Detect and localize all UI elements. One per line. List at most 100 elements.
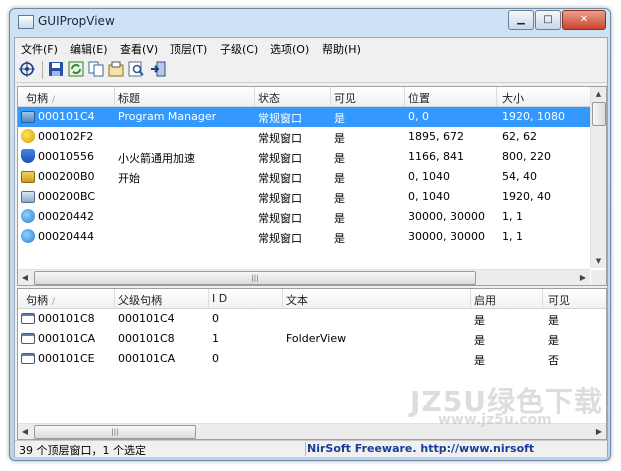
yellow-circle-icon [21,129,35,143]
cell-visible: 是 [334,152,345,165]
properties-icon[interactable] [108,61,124,77]
cell-visible: 是 [334,212,345,225]
table-row[interactable]: 000101C4 Program Manager 常规窗口 是 0, 0 192… [18,107,590,127]
column-header-position[interactable]: 位置 [408,90,430,106]
column-header-parent[interactable]: 父级句柄 [118,292,162,308]
close-button[interactable]: ✕ [562,10,606,30]
cell-size: 1920, 1080 [502,110,565,123]
cell-parent: 000101C8 [118,332,175,345]
cell-text: FolderView [286,332,347,345]
cell-status: 常规窗口 [258,112,302,125]
menu-help[interactable]: 帮助(H) [322,41,361,57]
cell-parent: 000101C4 [118,312,175,325]
minimize-button[interactable]: ▁ [508,10,534,30]
column-header-visible[interactable]: 可见 [548,292,570,308]
copy-icon[interactable] [88,61,104,77]
scroll-left-icon[interactable]: ◀ [18,424,32,439]
maximize-button[interactable]: □ [535,10,561,30]
taskbar-icon [21,191,35,203]
menu-edit[interactable]: 编辑(E) [70,41,108,57]
cell-status: 常规窗口 [258,232,302,245]
scroll-thumb[interactable]: ||| [34,271,476,285]
cell-size: 1, 1 [502,210,523,223]
cell-enabled: 是 [474,314,485,327]
toolbar-separator [42,61,43,79]
cell-position: 0, 1040 [408,190,450,203]
menu-child[interactable]: 子级(C) [220,41,258,57]
vertical-scrollbar[interactable]: ▲ ▼ [590,87,606,268]
toplevel-window-list[interactable]: 句柄 / 标题 状态 可见 位置 大小 000101C4 Program Mana… [17,86,607,286]
cell-enabled: 是 [474,354,485,367]
status-separator [305,442,306,456]
table-row[interactable]: 000101CE 000101CA 0 是 否 [18,349,606,369]
cell-visible: 是 [334,192,345,205]
column-header-id[interactable]: I D [212,292,227,305]
column-header-handle[interactable]: 句柄 / [26,90,55,106]
cell-position: 0, 0 [408,110,429,123]
cell-position: 30000, 30000 [408,230,485,243]
column-header-text[interactable]: 文本 [286,292,308,308]
cell-parent: 000101CA [118,352,176,365]
table-row[interactable]: 00020444 常规窗口 是 30000, 30000 1, 1 [18,227,590,247]
start-button-icon [21,171,35,183]
cell-handle: 000101C4 [38,110,95,123]
menu-options[interactable]: 选项(O) [270,41,309,57]
cell-handle: 000102F2 [38,130,94,143]
scroll-right-icon[interactable]: ▶ [592,424,606,439]
column-header-title[interactable]: 标题 [118,90,140,106]
globe-icon [21,209,35,223]
shield-icon [21,149,35,163]
window-title: GUIPropView [38,14,115,28]
menu-view[interactable]: 查看(V) [120,41,158,57]
table-row[interactable]: 000200B0 开始 常规窗口 是 0, 1040 54, 40 [18,167,590,187]
scroll-thumb[interactable] [592,102,606,126]
status-count: 39 个顶层窗口，1 个选定 [19,444,146,457]
cell-size: 54, 40 [502,170,537,183]
menu-bar: 文件(F) 编辑(E) 查看(V) 顶层(T) 子级(C) 选项(O) 帮助(H… [15,38,607,57]
find-icon[interactable] [128,61,144,77]
refresh-icon[interactable] [68,61,84,77]
nirsoft-link[interactable]: NirSoft Freeware. http://www.nirsoft [307,442,534,455]
cell-title: Program Manager [118,110,217,123]
toolbar [15,58,607,83]
title-bar[interactable]: GUIPropView ▁ □ ✕ [10,9,610,33]
exit-icon[interactable] [150,61,166,77]
cell-size: 1920, 40 [502,190,551,203]
cell-size: 800, 220 [502,150,551,163]
table-row[interactable]: 000101C8 000101C4 0 是 是 [18,309,606,329]
cell-position: 1166, 841 [408,150,464,163]
menu-toplevel[interactable]: 顶层(T) [170,41,207,57]
menu-file[interactable]: 文件(F) [21,41,58,57]
cell-title: 开始 [118,172,140,185]
table-row[interactable]: 00010556 小火箭通用加速 常规窗口 是 1166, 841 800, 2… [18,147,590,167]
table-row[interactable]: 000101CA 000101C8 1 FolderView 是 是 [18,329,606,349]
column-header-enabled[interactable]: 启用 [474,292,496,308]
table-row[interactable]: 000200BC 常规窗口 是 0, 1040 1920, 40 [18,187,590,207]
table-row[interactable]: 000102F2 常规窗口 是 1895, 672 62, 62 [18,127,590,147]
target-icon[interactable] [19,61,35,77]
cell-id: 1 [212,332,219,345]
globe-icon [21,229,35,243]
column-header-status[interactable]: 状态 [258,90,280,106]
save-icon[interactable] [48,61,64,77]
cell-status: 常规窗口 [258,212,302,225]
column-header-visible[interactable]: 可见 [334,90,356,106]
column-header-size[interactable]: 大小 [502,90,524,106]
cell-enabled: 是 [474,334,485,347]
scroll-up-icon[interactable]: ▲ [591,87,606,101]
cell-position: 0, 1040 [408,170,450,183]
scroll-right-icon[interactable]: ▶ [576,270,590,285]
cell-status: 常规窗口 [258,192,302,205]
child-list-header: 句柄 / 父级句柄 I D 文本 启用 可见 [18,289,606,309]
cell-id: 0 [212,352,219,365]
cell-handle: 000101CA [38,332,96,345]
column-header-handle[interactable]: 句柄 / [26,292,55,308]
scroll-down-icon[interactable]: ▼ [591,254,606,268]
cell-id: 0 [212,312,219,325]
scroll-thumb[interactable]: ||| [34,425,196,439]
table-row[interactable]: 00020442 常规窗口 是 30000, 30000 1, 1 [18,207,590,227]
cell-handle: 000200B0 [38,170,95,183]
scroll-left-icon[interactable]: ◀ [18,270,32,285]
horizontal-scrollbar[interactable]: ◀ ||| ▶ [18,269,590,285]
monitor-icon [21,111,35,123]
